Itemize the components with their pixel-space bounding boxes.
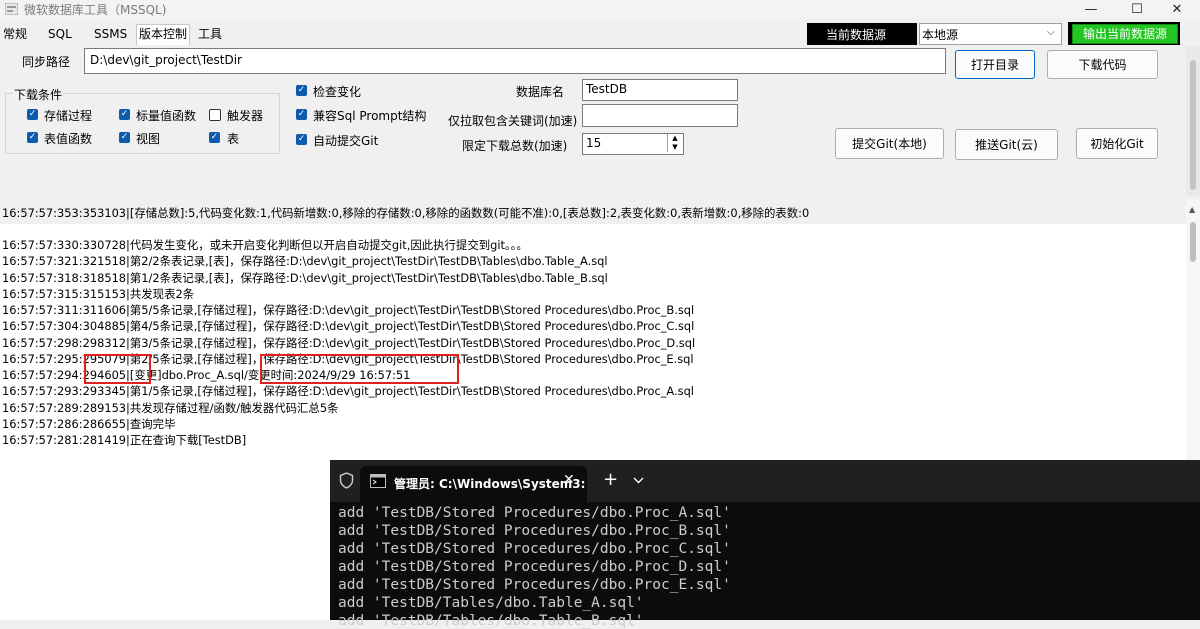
log-line: 16:57:57:304:304885|第4/5条记录,[存储过程]，保存路径:… [2, 319, 695, 333]
download-code-button[interactable]: 下载代码 [1047, 50, 1158, 79]
log-scrollbar-thumb[interactable] [1190, 222, 1196, 262]
tab-ssms[interactable]: SSMS [92, 25, 129, 43]
minimize-button[interactable]: — [1068, 0, 1114, 18]
cmd-icon [370, 474, 386, 488]
limit-label: 限定下载总数(加速) [462, 139, 568, 153]
db-name-label: 数据库名 [516, 85, 565, 99]
sync-path-label: 同步路径 [22, 55, 71, 69]
log-line: 16:57:57:286:286655|查询完毕 [2, 417, 176, 431]
checkbox-label-scalar-function: 标量值函数 [136, 109, 197, 123]
log-line: 16:57:57:330:330728|代码发生变化，或未开启变化判断但以开启自… [2, 238, 528, 252]
datasource-selected-value: 本地源 [922, 28, 959, 42]
highlight-change-time [260, 354, 459, 384]
panel-scrollbar-thumb[interactable] [1190, 60, 1196, 190]
open-dir-button[interactable]: 打开目录 [955, 50, 1035, 79]
stepper-down-icon[interactable]: ▼ [667, 143, 682, 152]
checkbox-sql-prompt-compat[interactable]: ✓ [296, 109, 307, 120]
checkbox-label-sql-prompt-compat: 兼容Sql Prompt结构 [313, 109, 427, 123]
log-line: 16:57:57:298:298312|第3/5条记录,[存储过程]，保存路径:… [2, 336, 696, 350]
title-bar [0, 0, 1200, 18]
tab-general[interactable]: 常规 [1, 25, 29, 43]
db-name-value: TestDB [586, 82, 628, 96]
chevron-down-icon[interactable]: ⌵ [1047, 27, 1055, 38]
checkbox-label-auto-commit-git: 自动提交Git [313, 134, 379, 148]
checkbox-label-table: 表 [227, 132, 240, 146]
checkbox-trigger[interactable] [209, 109, 221, 121]
terminal-tab-title: 管理员: C:\Windows\System3: [394, 477, 586, 491]
checkbox-table-function[interactable]: ✓ [27, 132, 38, 143]
app-icon [5, 3, 18, 15]
checkbox-label-table-function: 表值函数 [44, 132, 93, 146]
terminal-line: add 'TestDB/Stored Procedures/dbo.Proc_D… [338, 559, 731, 575]
keyword-label: 仅拉取包含关键词(加速) [448, 114, 578, 128]
checkbox-label-stored-procedure: 存储过程 [44, 109, 93, 123]
log-line: 16:57:57:293:293345|第1/5条记录,[存储过程]，保存路径:… [2, 384, 694, 398]
stepper-up-icon[interactable]: ▲ [667, 134, 682, 143]
close-button[interactable]: ✕ [1154, 0, 1200, 18]
close-tab-icon[interactable]: ✕ [563, 472, 575, 488]
log-line: 16:57:57:289:289153|共发现存储过程/函数/触发器代码汇总5条 [2, 401, 339, 415]
log-line: 16:57:57:321:321518|第2/2条表记录,[表]，保存路径:D:… [2, 254, 608, 268]
tab-sql[interactable]: SQL [46, 25, 74, 43]
checkbox-label-view: 视图 [136, 132, 161, 146]
checkbox-check-changes[interactable]: ✓ [296, 85, 307, 96]
chevron-down-icon[interactable] [633, 477, 644, 484]
checkbox-auto-commit-git[interactable]: ✓ [296, 134, 307, 145]
log-summary-line: 16:57:57:353:353103|[存储总数]:5,代码变化数:1,代码新… [2, 206, 810, 220]
highlight-change-tag [84, 354, 151, 384]
export-datasource-button[interactable]: 输出当前数据源 [1072, 24, 1178, 44]
limit-value: 15 [586, 136, 602, 150]
terminal-line: add 'TestDB/Stored Procedures/dbo.Proc_C… [338, 541, 731, 557]
checkbox-table[interactable]: ✓ [209, 132, 220, 143]
log-line: 16:57:57:315:315153|共发现表2条 [2, 287, 195, 301]
window-title: 微软数据库工具（MSSQL) [24, 3, 167, 17]
checkbox-view[interactable]: ✓ [119, 132, 130, 143]
download-conditions-title: 下载条件 [13, 86, 64, 103]
checkbox-label-check-changes: 检查变化 [313, 85, 362, 99]
datasource-label: 当前数据源 [826, 28, 887, 42]
shield-icon [339, 472, 354, 489]
terminal-line: add 'TestDB/Stored Procedures/dbo.Proc_E… [338, 577, 731, 593]
terminal-line: add 'TestDB/Tables/dbo.Table_A.sql' [338, 595, 644, 611]
terminal-line: add 'TestDB/Stored Procedures/dbo.Proc_A… [338, 505, 731, 521]
log-line: 16:57:57:318:318518|第1/2条表记录,[表]，保存路径:D:… [2, 271, 608, 285]
terminal-line: add 'TestDB/Tables/dbo.Table_B.sql' [338, 613, 644, 629]
tab-tools[interactable]: 工具 [196, 25, 224, 43]
chevron-up-icon[interactable]: ▲ [1189, 205, 1195, 214]
commit-git-local-button[interactable]: 提交Git(本地) [835, 128, 944, 159]
init-git-button[interactable]: 初始化Git [1076, 128, 1158, 159]
push-git-cloud-button[interactable]: 推送Git(云) [955, 129, 1058, 160]
tab-version-control[interactable]: 版本控制 [136, 24, 191, 45]
terminal-line: add 'TestDB/Stored Procedures/dbo.Proc_B… [338, 523, 731, 539]
checkbox-scalar-function[interactable]: ✓ [119, 109, 130, 120]
new-tab-icon[interactable]: + [603, 469, 618, 490]
sync-path-value: D:\dev\git_project\TestDir [90, 53, 242, 67]
log-line: 16:57:57:311:311606|第5/5条记录,[存储过程]，保存路径:… [2, 303, 695, 317]
checkbox-stored-procedure[interactable]: ✓ [27, 109, 38, 120]
checkbox-label-trigger: 触发器 [227, 109, 264, 123]
keyword-field[interactable] [582, 104, 738, 127]
log-line: 16:57:57:281:281419|正在查询下载[TestDB] [2, 433, 247, 447]
